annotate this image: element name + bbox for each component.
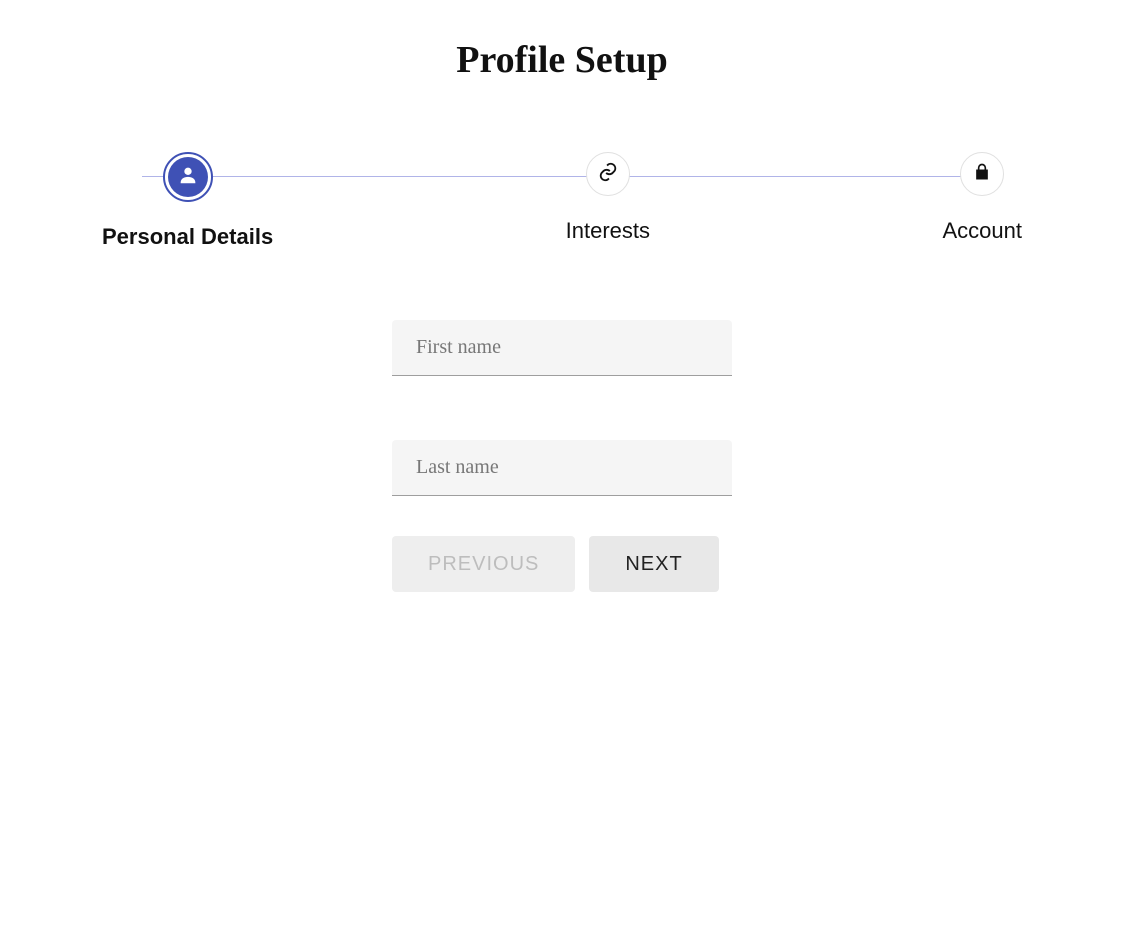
step-interests[interactable]: Interests <box>566 152 650 250</box>
first-name-input[interactable] <box>392 320 732 376</box>
step-personal-details[interactable]: Personal Details <box>102 152 273 250</box>
step-circle-account <box>960 152 1004 196</box>
previous-button: PREVIOUS <box>392 536 575 592</box>
page-title: Profile Setup <box>0 38 1124 82</box>
step-label-personal-details: Personal Details <box>102 224 273 250</box>
lock-icon <box>972 162 992 187</box>
person-icon <box>177 164 199 191</box>
form-card: PREVIOUS NEXT <box>292 320 832 592</box>
button-row: PREVIOUS NEXT <box>392 536 732 592</box>
last-name-input[interactable] <box>392 440 732 496</box>
stepper: Personal Details Interests <box>102 152 1022 250</box>
step-account[interactable]: Account <box>943 152 1023 250</box>
step-label-interests: Interests <box>566 218 650 244</box>
first-name-field-wrap <box>392 320 732 376</box>
step-circle-personal-details <box>163 152 213 202</box>
step-label-account: Account <box>943 218 1023 244</box>
last-name-field-wrap <box>392 440 732 496</box>
link-icon <box>597 161 619 188</box>
step-circle-interests <box>586 152 630 196</box>
next-button[interactable]: NEXT <box>589 536 718 592</box>
